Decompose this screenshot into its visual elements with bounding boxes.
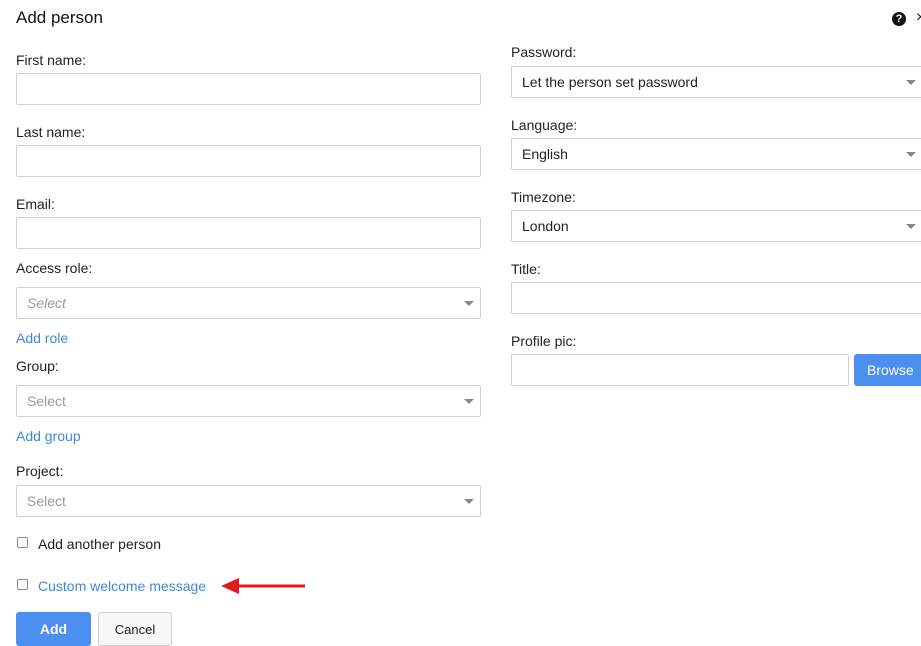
profile-pic-input[interactable] <box>511 354 849 386</box>
chevron-down-icon <box>464 301 474 306</box>
language-select[interactable]: English <box>511 138 921 170</box>
timezone-value: London <box>522 218 569 234</box>
language-value: English <box>522 146 568 162</box>
chevron-down-icon <box>906 224 916 229</box>
timezone-select[interactable]: London <box>511 210 921 242</box>
last-name-label: Last name: <box>16 124 86 140</box>
group-label: Group: <box>16 358 59 374</box>
project-placeholder: Select <box>27 493 66 509</box>
chevron-down-icon <box>906 152 916 157</box>
add-button[interactable]: Add <box>16 612 91 646</box>
password-label: Password: <box>511 44 577 60</box>
first-name-label: First name: <box>16 52 87 68</box>
add-group-link[interactable]: Add group <box>16 428 81 444</box>
access-role-placeholder: Select <box>27 295 66 311</box>
add-another-checkbox[interactable] <box>17 537 28 548</box>
add-role-link[interactable]: Add role <box>16 330 68 346</box>
group-placeholder: Select <box>27 393 66 409</box>
group-select[interactable]: Select <box>16 385 481 417</box>
add-another-label[interactable]: Add another person <box>38 536 161 552</box>
help-icon[interactable]: ? <box>892 12 906 26</box>
timezone-label: Timezone: <box>511 189 576 205</box>
chevron-down-icon <box>464 399 474 404</box>
last-name-input[interactable] <box>16 145 481 177</box>
password-value: Let the person set password <box>522 74 698 90</box>
access-role-select[interactable]: Select <box>16 287 481 319</box>
close-icon[interactable]: × <box>916 9 921 27</box>
project-select[interactable]: Select <box>16 485 481 517</box>
language-label: Language: <box>511 117 578 133</box>
access-role-label: Access role: <box>16 260 93 276</box>
password-select[interactable]: Let the person set password <box>511 66 921 98</box>
chevron-down-icon <box>464 499 474 504</box>
dialog-title: Add person <box>16 8 103 27</box>
first-name-input[interactable] <box>16 73 481 105</box>
custom-welcome-checkbox[interactable] <box>17 579 28 590</box>
email-input[interactable] <box>16 217 481 249</box>
email-label: Email: <box>16 196 55 212</box>
cancel-button[interactable]: Cancel <box>98 612 172 646</box>
annotation-arrow-icon <box>221 578 305 594</box>
project-label: Project: <box>16 463 64 479</box>
chevron-down-icon <box>906 80 916 85</box>
custom-welcome-link[interactable]: Custom welcome message <box>38 578 206 594</box>
browse-button[interactable]: Browse <box>854 354 921 386</box>
title-input[interactable] <box>511 282 921 314</box>
profile-pic-label: Profile pic: <box>511 333 577 349</box>
title-label: Title: <box>511 261 541 277</box>
